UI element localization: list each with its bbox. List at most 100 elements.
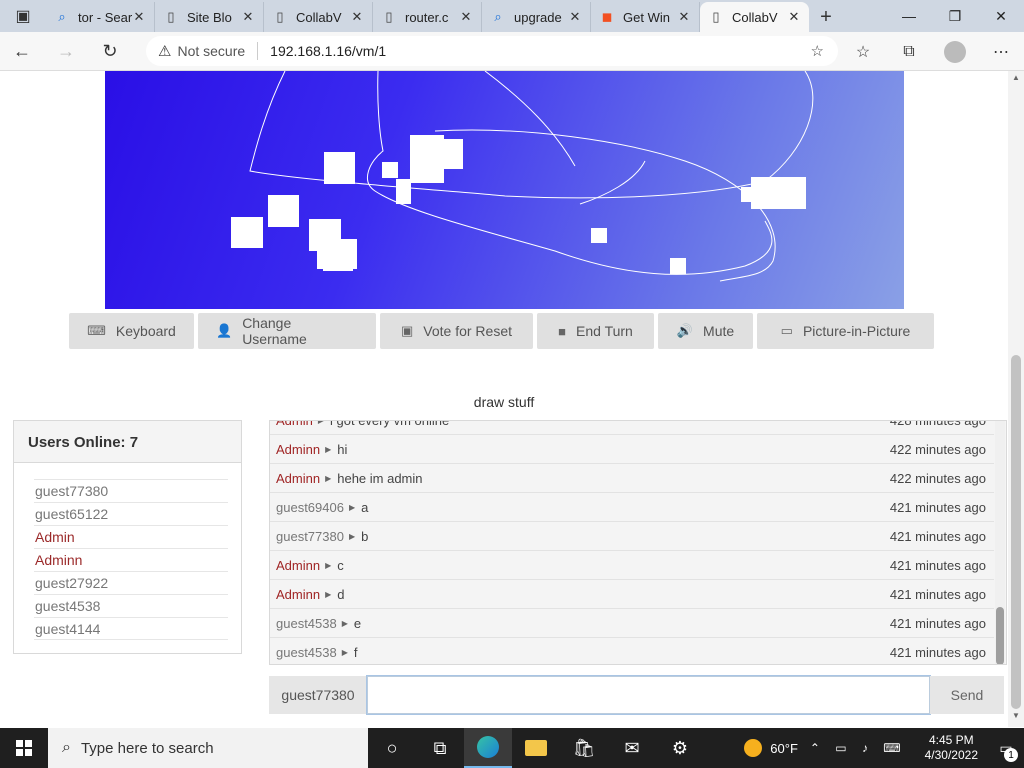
browser-tab[interactable]: ▯ Site Blo ✕	[155, 2, 264, 32]
chat-username[interactable]: guest4538	[276, 616, 337, 631]
close-tab-icon[interactable]: ✕	[459, 9, 473, 25]
page-scrollbar[interactable]: ▲ ▼	[1008, 71, 1024, 727]
taskbar-search[interactable]: ⌕ Type here to search	[48, 728, 368, 768]
url-text[interactable]: 192.168.1.16/vm/1	[270, 43, 386, 59]
chat-username[interactable]: Adminn	[276, 587, 320, 602]
browser-tab-strip: ▣ ⌕ tor - Sear ✕ ▯ Site Blo ✕ ▯ CollabV ✕ ▯ router…	[0, 0, 1024, 32]
close-tab-icon[interactable]: ✕	[350, 9, 364, 25]
forward-button[interactable]: →	[44, 32, 88, 71]
edge-icon[interactable]	[464, 728, 512, 768]
notification-icon[interactable]: ▭ 1	[988, 728, 1024, 768]
cortana-icon[interactable]: ○	[368, 728, 416, 768]
chat-message-input[interactable]	[366, 675, 931, 715]
minimize-button[interactable]: —	[886, 0, 932, 32]
user-list-item[interactable]: guest27922	[34, 571, 228, 594]
close-window-button[interactable]: ✕	[978, 0, 1024, 32]
favorites-icon[interactable]: ☆	[840, 32, 886, 71]
start-button[interactable]	[0, 728, 48, 768]
scroll-up-arrow[interactable]: ▲	[1008, 73, 1024, 87]
weather-temp: 60°F	[770, 740, 798, 756]
user-list-item[interactable]: guest65122	[34, 502, 228, 525]
user-list-item[interactable]: guest77380	[34, 479, 228, 502]
close-tab-icon[interactable]: ✕	[568, 9, 582, 25]
mail-icon[interactable]: ✉	[608, 728, 656, 768]
store-icon[interactable]: 🛍	[560, 728, 608, 768]
page-content: ⌨ Keyboard 👤 Change Username ▣ Vote for Reset…	[0, 71, 1008, 727]
chat-text: e	[353, 615, 362, 631]
chat-username[interactable]: guest77380	[276, 529, 344, 544]
tray-icons[interactable]: ⌃ ▭ ♪ ⌨	[810, 741, 907, 755]
chat-message: guest4538 ▶ f 421 minutes ago	[270, 638, 994, 664]
end-turn-button[interactable]: ■ End Turn	[537, 313, 654, 349]
page-icon: ▯	[167, 9, 175, 24]
user-list-item[interactable]: guest4538	[34, 594, 228, 617]
browser-tab[interactable]: ▯ CollabV ✕	[264, 2, 373, 32]
refresh-button[interactable]: ↻	[88, 32, 132, 71]
system-tray: 60°F ⌃ ▭ ♪ ⌨ 4:45 PM 4/30/2022 ▭ 1	[744, 728, 1024, 768]
caret-right-icon: ▶	[325, 473, 332, 483]
user-list-item[interactable]: guest4144	[34, 617, 228, 640]
chat-username[interactable]: Adminn	[276, 558, 320, 573]
close-tab-icon[interactable]: ✕	[241, 9, 255, 25]
vm-display[interactable]	[105, 71, 904, 309]
address-bar[interactable]: ⚠ Not secure 192.168.1.16/vm/1 ☆	[146, 36, 838, 66]
collections-icon[interactable]: ⧉	[886, 32, 932, 71]
taskbar-search-placeholder: Type here to search	[80, 739, 214, 757]
chat-scroll-thumb[interactable]	[996, 607, 1004, 664]
restore-button[interactable]: ❐	[932, 0, 978, 32]
scroll-down-arrow[interactable]: ▼	[1008, 711, 1024, 725]
profile-avatar[interactable]	[944, 40, 966, 63]
settings-icon[interactable]: ⚙	[656, 728, 704, 768]
browser-tab[interactable]: ▯ CollabV ✕	[700, 2, 809, 32]
tab-title: CollabV	[296, 9, 342, 25]
close-tab-icon[interactable]: ✕	[132, 9, 146, 25]
button-label: End Turn	[576, 323, 633, 339]
back-button[interactable]: ←	[0, 32, 44, 71]
task-view-icon[interactable]: ⧉	[416, 728, 464, 768]
page-scroll-thumb[interactable]	[1011, 355, 1021, 709]
search-icon: ⌕	[62, 739, 71, 756]
file-explorer-icon[interactable]	[512, 728, 560, 768]
chat-username[interactable]: guest69406	[276, 500, 344, 515]
chat-log[interactable]: Admin ▶ i got every vm online 428 minutes a…	[269, 420, 1007, 665]
browser-tab[interactable]: ⌕ upgrade ✕	[482, 2, 591, 32]
chat-scrollbar[interactable]	[995, 421, 1005, 664]
browser-tab[interactable]: ▯ router.c ✕	[373, 2, 482, 32]
chat-text: a	[361, 499, 369, 515]
chat-username[interactable]: guest4538	[276, 645, 337, 660]
send-button[interactable]: Send	[930, 676, 1004, 714]
chat-timestamp: 428 minutes ago	[889, 420, 986, 428]
close-tab-icon[interactable]: ✕	[787, 9, 801, 25]
chat-timestamp: 421 minutes ago	[889, 557, 986, 573]
chat-username[interactable]: Admin	[276, 421, 313, 428]
close-tab-icon[interactable]: ✕	[677, 9, 691, 25]
chat-username[interactable]: Adminn	[276, 442, 320, 457]
mute-button[interactable]: 🔊 Mute	[658, 313, 753, 349]
vote-for-reset-button[interactable]: ▣ Vote for Reset	[380, 313, 533, 349]
speaker-icon: 🔊	[676, 323, 694, 338]
chat-timestamp: 422 minutes ago	[889, 441, 986, 457]
weather-widget[interactable]: 60°F	[744, 739, 798, 757]
chat-text: hi	[337, 441, 348, 457]
chat-timestamp: 421 minutes ago	[889, 499, 986, 515]
change-username-button[interactable]: 👤 Change Username	[198, 313, 376, 349]
caret-right-icon: ▶	[325, 560, 332, 570]
user-list: guest77380 guest65122 Admin Adminn guest2792…	[14, 463, 241, 640]
keyboard-button[interactable]: ⌨ Keyboard	[69, 313, 194, 349]
clock[interactable]: 4:45 PM 4/30/2022	[925, 733, 978, 763]
search-icon: ⌕	[494, 9, 502, 24]
toolbar-right: ☆ ⧉ ⋯	[840, 32, 1024, 71]
add-favorite-icon[interactable]: ☆	[811, 42, 824, 60]
browser-tab[interactable]: ◼ Get Win ✕	[591, 2, 700, 32]
user-list-item[interactable]: Adminn	[34, 548, 228, 571]
security-label[interactable]: Not secure	[177, 43, 245, 59]
windows-logo-icon	[16, 740, 32, 756]
picture-in-picture-button[interactable]: ▭ Picture-in-Picture	[757, 313, 934, 349]
chat-username[interactable]: Adminn	[276, 471, 320, 486]
user-list-item[interactable]: Admin	[34, 525, 228, 548]
browser-tab[interactable]: ⌕ tor - Sear ✕	[46, 2, 155, 32]
tab-actions-icon[interactable]: ▣	[0, 0, 46, 32]
more-menu-icon[interactable]: ⋯	[978, 32, 1024, 71]
warning-icon[interactable]: ⚠	[158, 42, 171, 60]
new-tab-button[interactable]: +	[809, 2, 843, 32]
